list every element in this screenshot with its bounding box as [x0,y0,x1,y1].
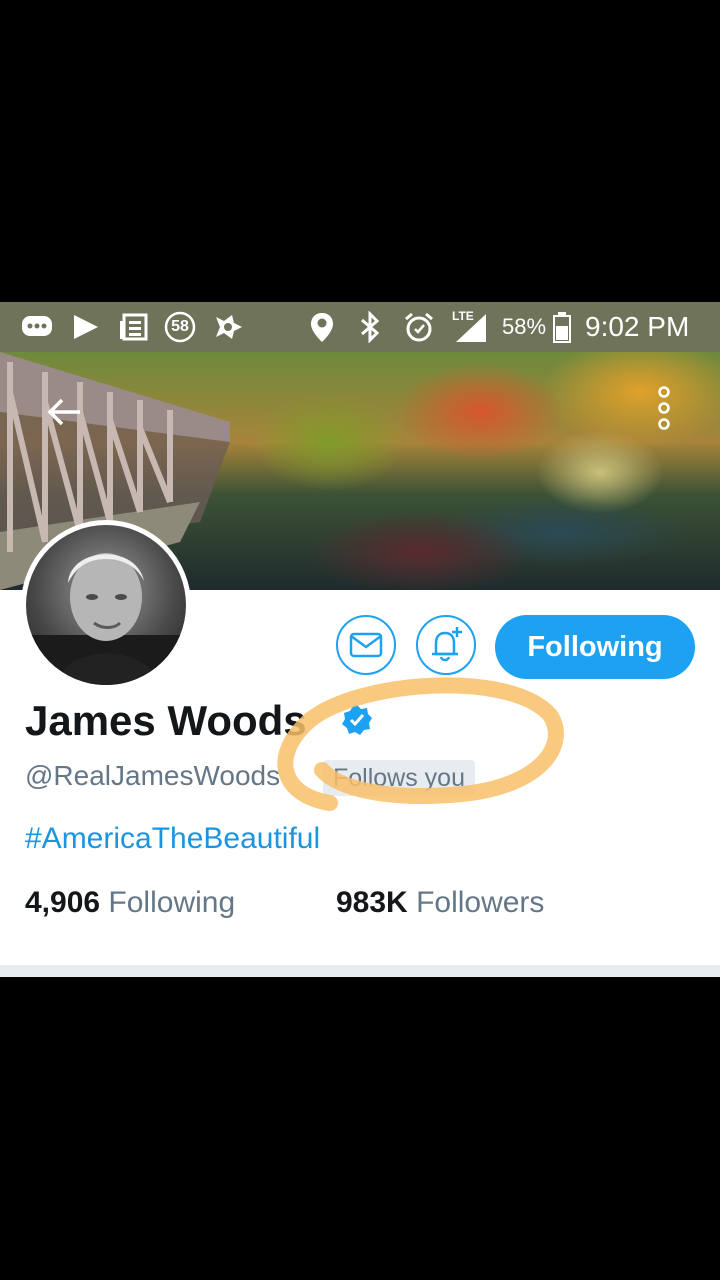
followers-stat[interactable]: 983K Followers [336,886,544,920]
messages-icon [20,302,54,352]
profile-name: James Woods [25,697,307,744]
clock: 9:02 PM [585,311,690,342]
following-label: Following [108,886,236,919]
avatar-image [26,525,186,685]
following-stat[interactable]: 4,906 Following [25,886,235,920]
battery-percentage: 58% [502,314,547,339]
followers-label: Followers [416,886,545,919]
profile-handle: @RealJamesWoods [25,760,281,791]
followers-count: 983K [336,886,408,919]
play-store-icon [68,302,102,352]
news-icon [116,302,150,352]
battery-icon [550,302,574,352]
back-arrow-icon[interactable] [44,392,84,432]
message-button[interactable] [336,615,396,675]
notification-count-icon: 58 [162,302,198,352]
bio-hashtag-link[interactable]: #AmericaTheBeautiful [25,822,320,856]
avatar[interactable] [21,520,191,690]
notifications-button[interactable] [416,615,476,675]
bell-plus-icon [432,627,462,662]
signal-icon [452,302,488,352]
alarm-icon [402,302,436,352]
highlight-annotation [277,677,564,811]
bluetooth-icon [356,302,384,352]
following-count: 4,906 [25,886,101,919]
app-icon [210,302,246,352]
section-divider [0,965,720,977]
notification-count: 58 [171,318,189,335]
more-vertical-icon[interactable] [650,384,678,434]
following-button[interactable]: Following [495,615,695,679]
status-bar: 58 LTE 58% 9:02 PM [0,302,720,352]
location-icon [306,302,338,352]
envelope-icon [349,632,383,658]
